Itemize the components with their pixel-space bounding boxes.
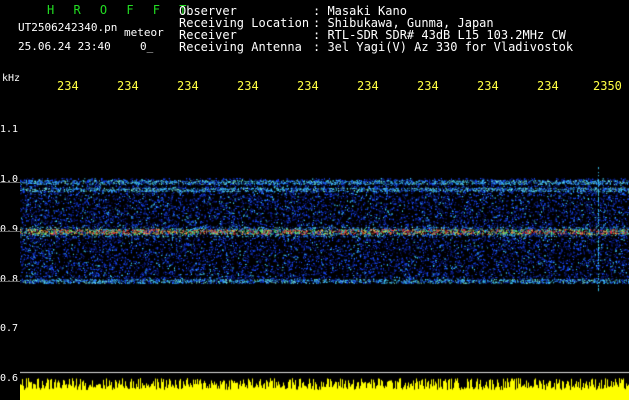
y-axis-unit: kHz bbox=[2, 73, 21, 84]
y-grid-line-0-9 bbox=[0, 231, 20, 232]
datetime: 25.06.24 23:40 bbox=[18, 40, 111, 53]
y-tick-label: 0.6 bbox=[0, 373, 19, 384]
x-tick-label: 234 bbox=[477, 79, 499, 93]
spectrogram-canvas bbox=[20, 96, 629, 400]
x-tick-label: 234 bbox=[417, 79, 439, 93]
y-tick-label: 0.7 bbox=[0, 323, 19, 334]
y-tick-label: 1.1 bbox=[0, 124, 19, 135]
x-tick-label: 234 bbox=[297, 79, 319, 93]
y-grid-line-1-0 bbox=[0, 182, 20, 183]
x-tick-label: 234 bbox=[237, 79, 259, 93]
x-tick-label: 234 bbox=[537, 79, 559, 93]
x-tick-label: 234 bbox=[57, 79, 79, 93]
brand-title: H R O F F T bbox=[47, 3, 193, 17]
y-tick-label: 0.9 bbox=[0, 224, 19, 235]
filename-suffix: meteor bbox=[124, 26, 164, 39]
count: 0_ bbox=[140, 40, 154, 53]
header-antenna-label: Receiving Antenna bbox=[179, 40, 302, 54]
x-tick-label: 234 bbox=[117, 79, 139, 93]
y-tick-label: 0.8 bbox=[0, 274, 19, 285]
y-grid-line-0-8 bbox=[0, 281, 20, 282]
header-antenna-value: : 3el Yagi(V) Az 330 for Vladivostok bbox=[313, 40, 574, 54]
x-tick-label: 234 bbox=[177, 79, 199, 93]
x-tick-label: 2350 bbox=[593, 79, 622, 93]
x-tick-label: 234 bbox=[357, 79, 379, 93]
filename: UT2506242340.pn bbox=[18, 21, 118, 34]
y-tick-label: 1.0 bbox=[0, 174, 19, 185]
